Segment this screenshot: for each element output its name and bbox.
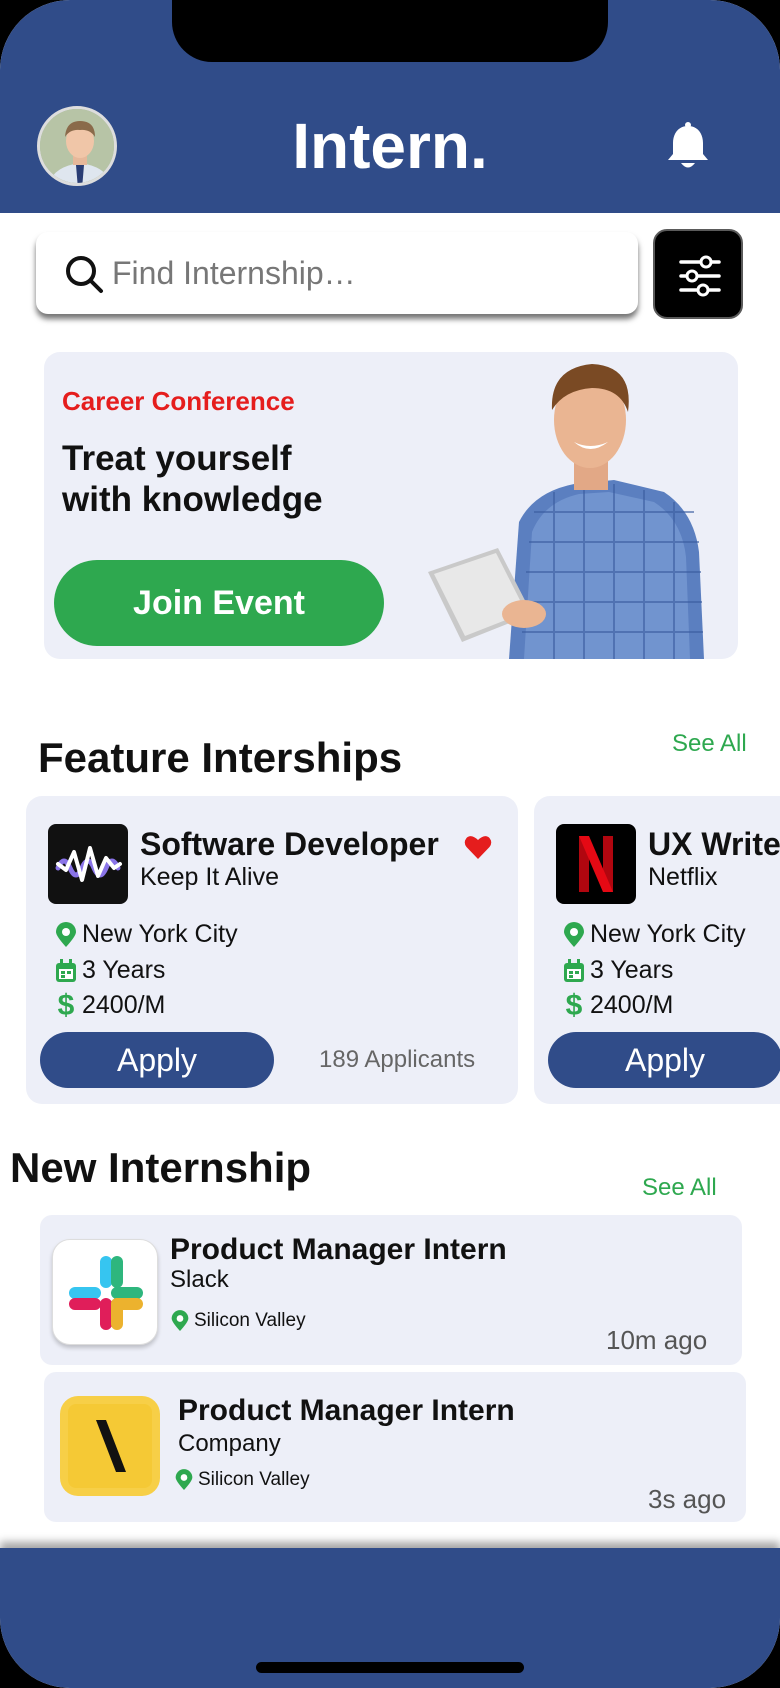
new-see-all-link[interactable]: See All [642,1174,717,1202]
new-section-title: New Internship [10,1144,312,1191]
location-pin-icon [175,1469,193,1490]
list-item-time: 3s ago [648,1484,727,1514]
card-title: UX Writer [648,826,780,862]
location-text: New York City [82,920,238,948]
sliders-icon [679,255,721,297]
duration-text: 3 Years [82,956,166,984]
featured-see-all-link[interactable]: See All [672,730,747,758]
location-text: Silicon Valley [198,1469,310,1491]
card-location: New York City [562,920,746,949]
home-indicator[interactable] [256,1662,524,1673]
list-item-company: Slack [170,1266,229,1293]
banner-title: Treat yourself with knowledge [62,439,323,519]
salary-text: 2400/M [590,991,674,1019]
banner-tag: Career Conference [62,386,295,416]
list-item[interactable]: Product Manager Intern Company Silicon V… [44,1372,746,1522]
apply-button[interactable]: Apply [548,1032,780,1088]
card-company: Netflix [648,863,718,891]
card-duration: 3 Years [562,956,673,985]
search-icon [66,256,103,293]
phone-screen: Intern. Career Conference Tre [0,0,780,1688]
salary-text: 2400/M [82,991,166,1019]
netflix-logo-icon [556,824,636,904]
card-duration: 3 Years [54,956,165,985]
banner-person-photo [428,364,704,659]
dollar-icon: $ [565,989,583,1023]
duration-text: 3 Years [590,956,674,984]
list-item-title: Product Manager Intern [170,1233,507,1266]
location-pin-icon [171,1310,189,1331]
card-salary: $2400/M [54,989,166,1023]
heart-icon[interactable] [464,834,492,860]
location-text: Silicon Valley [194,1310,306,1332]
card-salary: $2400/M [562,989,674,1023]
dollar-icon: $ [57,989,75,1023]
search-bar [36,232,638,314]
list-item-location: Silicon Valley [170,1309,306,1333]
list-item-time: 10m ago [606,1325,708,1355]
join-event-button[interactable]: Join Event [54,560,384,646]
apply-button[interactable]: Apply [40,1032,274,1088]
featured-card[interactable]: Software Developer Keep It Alive New Yor… [26,796,518,1104]
filter-button[interactable] [653,229,743,319]
list-item-company: Company [178,1430,281,1457]
list-item-location: Silicon Valley [174,1468,310,1492]
list-item[interactable]: Product Manager Intern Slack Silicon Val… [40,1215,742,1365]
bell-icon[interactable] [666,122,710,172]
location-pin-icon [564,922,584,948]
waveform-logo-icon [48,824,128,904]
location-text: New York City [590,920,746,948]
list-item-title: Product Manager Intern [178,1394,515,1427]
search-input[interactable] [112,250,612,296]
location-pin-icon [56,922,76,948]
slack-logo-icon [52,1239,158,1345]
card-company: Keep It Alive [140,863,279,891]
calendar-icon [564,959,584,983]
featured-section-title: Feature Interships [38,734,403,781]
featured-card[interactable]: UX Writer Netflix New York City 3 Years … [534,796,780,1104]
event-banner: Career Conference Treat yourself with kn… [44,352,738,659]
device-notch [172,0,608,62]
backslash-logo-icon [60,1396,160,1496]
card-location: New York City [54,920,238,949]
app-title: Intern. [292,110,488,182]
card-title: Software Developer [140,826,439,862]
calendar-icon [56,959,76,983]
applicants-count: 189 Applicants [319,1046,476,1073]
